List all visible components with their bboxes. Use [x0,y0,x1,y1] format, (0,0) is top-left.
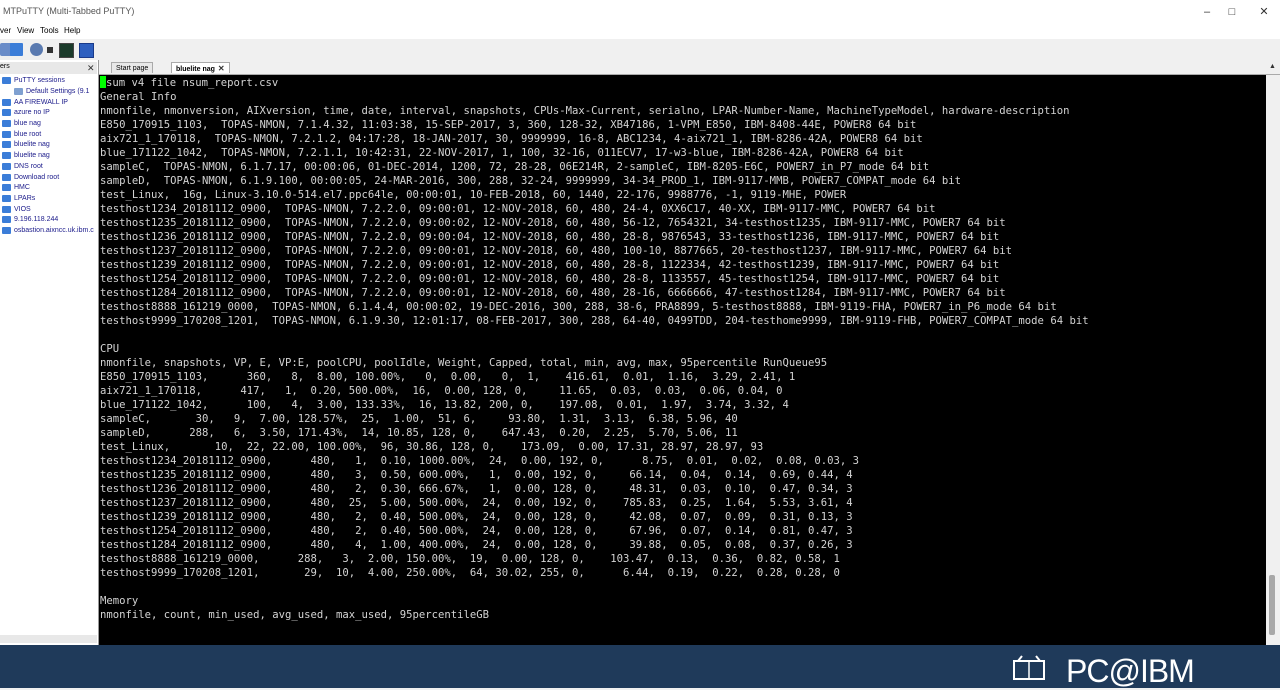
terminal-line: nmonfile, nmonversion, AIXversion, time,… [100,105,1070,117]
minimize-icon[interactable]: – [1196,4,1218,20]
terminal-line: testhost9999_170208_1201, TOPAS-NMON, 6.… [100,315,1089,327]
close-sidebar-icon[interactable]: ✕ [87,62,95,74]
folder-icon [2,206,11,213]
tab-bar: Start page bluelite nag ✕ ▲ [99,60,1280,75]
terminal-line: testhost8888_161219_0000, TOPAS-NMON, 6.… [100,301,1057,313]
terminal-line: testhost1236_20181112_0900, TOPAS-NMON, … [100,231,1000,243]
terminal-line: blue_171122_1042, 100, 4, 3.00, 133.33%,… [100,399,789,411]
tab-scroll-arrow-icon[interactable]: ▲ [1269,63,1276,70]
terminal-line: testhost1235_20181112_0900, 480, 3, 0.50… [100,469,853,481]
terminal-line: testhost1235_20181112_0900, TOPAS-NMON, … [100,217,1006,229]
terminal-line: aix721_1_170118, 417, 1, 0.20, 500.00%, … [100,385,783,397]
cursor [100,76,106,88]
folder-icon [2,152,11,159]
brand-footer: PC@IBM [0,645,1280,689]
terminal-line: CPU [100,343,120,355]
terminal-line: testhost1237_20181112_0900, 480, 25, 5.0… [100,497,853,509]
terminal-line: E850_170915_1103, TOPAS-NMON, 7.1.4.32, … [100,119,917,131]
terminal-line: nmonfile, count, min_used, avg_used, max… [100,609,490,621]
folder-icon [2,184,11,191]
terminal-line: test_Linux, 10, 22, 22.00, 100.00%, 96, … [100,441,764,453]
terminal-line: test_Linux, 16g, Linux-3.10.0-514.el7.pp… [100,189,847,201]
folder-icon [2,174,11,181]
terminal-line: sampleD, 288, 6, 3.50, 171.43%, 14, 10.8… [100,427,738,439]
open-folder-icon[interactable] [10,43,23,56]
folder-icon [2,99,11,106]
terminal-line: testhost1254_20181112_0900, 480, 2, 0.40… [100,525,853,537]
terminal-line: E850_170915_1103, 360, 8, 8.00, 100.00%,… [100,371,796,383]
sidebar-title: ers [0,63,10,70]
terminal-line: testhost1234_20181112_0900, TOPAS-NMON, … [100,203,936,215]
terminal-line: sampleC, 30, 9, 7.00, 128.57%, 25, 1.00,… [100,413,738,425]
terminal-line: testhost1254_20181112_0900, TOPAS-NMON, … [100,273,1000,285]
folder-icon [2,120,11,127]
sidebar-horizontal-scrollbar[interactable] [0,635,97,643]
folder-icon [2,141,11,148]
footer-brand: PC@IBM [1066,653,1195,689]
close-tab-icon[interactable]: ✕ [218,64,225,73]
close-icon[interactable]: ✕ [1253,4,1275,20]
save-icon[interactable] [79,43,94,58]
terminal-line: testhost1239_20181112_0900, 480, 2, 0.40… [100,511,853,523]
terminal-line: sampleD, TOPAS-NMON, 6.1.9.100, 00:00:05… [100,175,962,187]
terminal-line: Memory [100,595,139,607]
terminal-line: General Info [100,91,177,103]
terminal-line: aix721_1_170118, TOPAS-NMON, 7.2.1.2, 04… [100,133,923,145]
folder-icon [2,77,11,84]
terminal-line: nmonfile, snapshots, VP, E, VP:E, poolCP… [100,357,828,369]
terminal-line: testhost9999_170208_1201, 29, 10, 4.00, … [100,567,840,579]
scrollbar-thumb[interactable] [1269,575,1275,635]
folder-icon [2,163,11,170]
terminal-line: sampleC, TOPAS-NMON, 6.1.7.17, 00:00:06,… [100,161,930,173]
settings-icon[interactable] [30,43,43,56]
sidebar-header: ers ✕ [0,62,97,74]
tab-start-page[interactable]: Start page [111,62,154,73]
toolbar [0,40,1280,60]
menu-bar: ver View Tools Help [0,24,1280,39]
terminal-line: blue_171122_1042, TOPAS-NMON, 7.2.1.1, 1… [100,147,904,159]
maximize-icon[interactable]: □ [1221,4,1243,20]
terminal-output[interactable]: sum v4 file nsum_report.csv General Info n… [99,75,1266,645]
terminal-line: testhost1284_20181112_0900, 480, 4, 1.00… [100,539,853,551]
menu-tools[interactable]: Tools [40,26,59,35]
bus-icon [1013,655,1045,680]
terminal-line: testhost1234_20181112_0900, 480, 1, 0.10… [100,455,859,467]
title-bar: MTPuTTY (Multi-Tabbed PuTTY) – □ ✕ [0,0,1280,24]
folder-icon [2,227,11,234]
computer-icon [14,88,23,95]
terminal-line: testhost1237_20181112_0900, TOPAS-NMON, … [100,245,1013,257]
window-title: MTPuTTY (Multi-Tabbed PuTTY) [3,6,135,16]
terminal-line: testhost1284_20181112_0900, TOPAS-NMON, … [100,287,1006,299]
folder-icon [2,195,11,202]
menu-server[interactable]: ver [0,26,11,35]
tab-bluelite-nag[interactable]: bluelite nag ✕ [171,62,230,73]
menu-view[interactable]: View [17,26,34,35]
folder-icon [2,216,11,223]
terminal-line: sum v4 file nsum_report.csv [100,76,278,90]
servers-sidebar: ers ✕ PuTTY sessions Default Settings (9… [0,60,99,645]
folder-icon [2,109,11,116]
menu-help[interactable]: Help [64,26,80,35]
terminal-icon[interactable] [59,43,74,58]
terminal-line: testhost8888_161219_0000, 288, 3, 2.00, … [100,553,840,565]
folder-icon [2,131,11,138]
terminal-line: testhost1236_20181112_0900, 480, 2, 0.30… [100,483,853,495]
terminal-scrollbar[interactable] [1266,75,1280,645]
dropdown-arrow-icon[interactable] [47,47,53,53]
terminal-line: testhost1239_20181112_0900, TOPAS-NMON, … [100,259,1000,271]
